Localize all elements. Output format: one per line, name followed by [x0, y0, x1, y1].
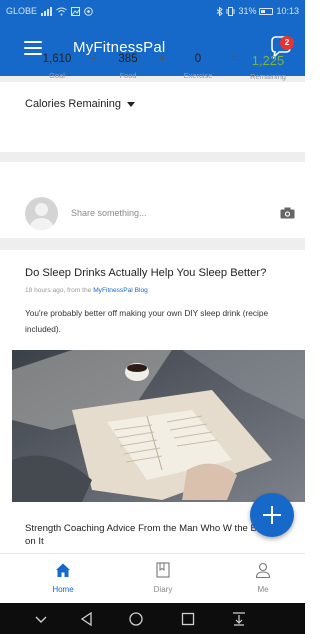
vibrate-icon: [226, 6, 235, 16]
home-icon: [56, 563, 70, 577]
plus-sign: +: [159, 53, 166, 65]
avatar[interactable]: [25, 197, 58, 230]
minus-sign: −: [90, 53, 97, 65]
nav-item-me[interactable]: Me: [228, 554, 298, 600]
share-input[interactable]: Share something...: [71, 208, 147, 218]
article-meta: 18 hours ago, from the MyFitnessPal Blog: [25, 287, 148, 294]
nav-label-diary: Diary: [153, 585, 173, 594]
article-body: You're probably better off making your o…: [25, 308, 269, 334]
notification-pull-icon[interactable]: [231, 611, 247, 627]
exercise-label: Exercise: [183, 71, 213, 80]
dropdown-caret-icon: [127, 101, 135, 107]
section-divider: [0, 152, 305, 162]
messages-badge: 2: [280, 36, 294, 50]
status-left: GLOBE: [6, 6, 93, 16]
home-circle-icon[interactable]: [128, 611, 144, 627]
calories-remaining-card[interactable]: Calories Remaining: [0, 82, 305, 152]
carrier-label: GLOBE: [6, 6, 38, 16]
food-label: Food: [119, 71, 137, 80]
battery-percent: 31%: [238, 6, 257, 16]
system-navigation-bar: [0, 603, 305, 634]
exercise-value: 0: [194, 53, 202, 65]
goal-value: 1,610: [42, 53, 72, 65]
exercise-cell: 0 Exercise: [178, 53, 218, 80]
bottom-navigation: Home Diary Me: [0, 553, 305, 599]
app-notification-icon: [84, 6, 93, 16]
next-article-title[interactable]: Strength Coaching Advice From the Man Wh…: [25, 522, 275, 548]
goal-cell: 1,610 Goal: [42, 53, 72, 80]
add-button[interactable]: [250, 493, 294, 537]
calories-header-label: Calories Remaining: [25, 98, 121, 110]
remaining-cell: 1,225 Remaining: [246, 53, 290, 81]
calories-header[interactable]: Calories Remaining: [25, 98, 135, 110]
article-title[interactable]: Do Sleep Drinks Actually Help You Sleep …: [25, 266, 295, 280]
bluetooth-icon: [217, 6, 224, 16]
wifi-icon: [56, 7, 67, 15]
section-divider: [0, 238, 305, 250]
camera-icon[interactable]: [280, 207, 295, 219]
nav-label-home: Home: [52, 585, 74, 594]
nav-item-home[interactable]: Home: [28, 554, 98, 600]
recents-icon[interactable]: [180, 611, 196, 627]
chevron-down-icon[interactable]: [33, 611, 49, 627]
clock: 10:13: [276, 6, 299, 16]
back-icon[interactable]: [79, 611, 95, 627]
food-cell: 385 Food: [113, 53, 143, 80]
article-time: 18 hours ago, from the: [25, 287, 92, 294]
signal-icon: [41, 6, 53, 16]
status-bar: GLOBE 31% 10:13: [0, 0, 305, 22]
nav-label-me: Me: [257, 585, 269, 594]
remaining-value: 1,225: [251, 53, 285, 68]
nav-item-diary[interactable]: Diary: [128, 554, 198, 600]
person-icon: [255, 562, 271, 578]
status-right: 31% 10:13: [216, 6, 299, 16]
calories-equation: 1,610 Goal − 385 Food + 0 Exercise = 1,2…: [0, 53, 305, 83]
article-image[interactable]: [12, 350, 305, 502]
article-source-link[interactable]: MyFitnessPal Blog: [93, 287, 148, 294]
remaining-label: Remaining: [250, 72, 286, 81]
food-value: 385: [118, 53, 138, 65]
equals-sign: =: [231, 53, 238, 65]
image-notification-icon: [71, 6, 81, 16]
battery-icon: [259, 7, 274, 15]
goal-label: Goal: [49, 71, 65, 80]
diary-icon: [156, 562, 170, 578]
